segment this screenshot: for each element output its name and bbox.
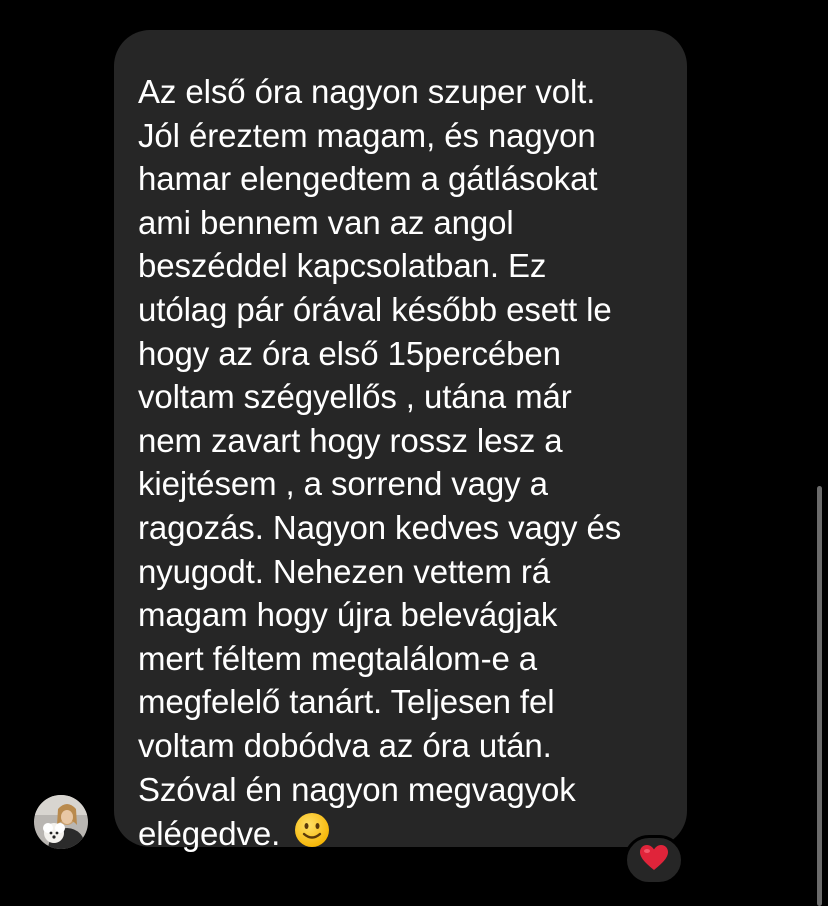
message-line: hogy az óra első 15percében — [138, 334, 561, 372]
message-line: elégedve. — [138, 815, 281, 853]
scrollbar[interactable] — [817, 486, 822, 906]
message-last-line: elégedve. — [138, 811, 667, 860]
message-line: ragozás. Nagyon kedves vagy és — [138, 508, 622, 546]
message-line: nyugodt. Nehezen vettem rá — [138, 552, 550, 590]
message-line: utólag pár órával később esett le — [138, 290, 612, 328]
message-line: ami bennem van az angol — [138, 203, 514, 241]
message-line: Szóval én nagyon megvagyok — [138, 770, 576, 808]
message-line: megfelelő tanárt. Teljesen fel — [138, 683, 555, 721]
reaction-badge[interactable] — [624, 835, 684, 885]
message-line: magam hogy újra belevágjak — [138, 596, 558, 634]
slightly-smiling-face-icon — [293, 811, 331, 860]
avatar[interactable] — [34, 795, 88, 849]
message-line: mert féltem megtalálom-e a — [138, 639, 538, 677]
red-heart-icon — [639, 844, 669, 877]
message-line: kiejtésem , a sorrend vagy a — [138, 465, 548, 503]
message-line: nem zavart hogy rossz lesz a — [138, 421, 563, 459]
message-line: Az első óra nagyon szuper volt. — [138, 73, 596, 110]
message-line: voltam dobódva az óra után. — [138, 726, 552, 764]
message-line: hamar elengedtem a gátlásokat — [138, 160, 598, 198]
message-bubble[interactable]: Az első óra nagyon szuper volt. Jól érez… — [114, 30, 687, 852]
message-line: beszéddel kapcsolatban. Ez — [138, 247, 547, 285]
message-line: Jól éreztem magam, és nagyon — [138, 116, 596, 154]
message-line: voltam szégyellős , utána már — [138, 378, 572, 416]
